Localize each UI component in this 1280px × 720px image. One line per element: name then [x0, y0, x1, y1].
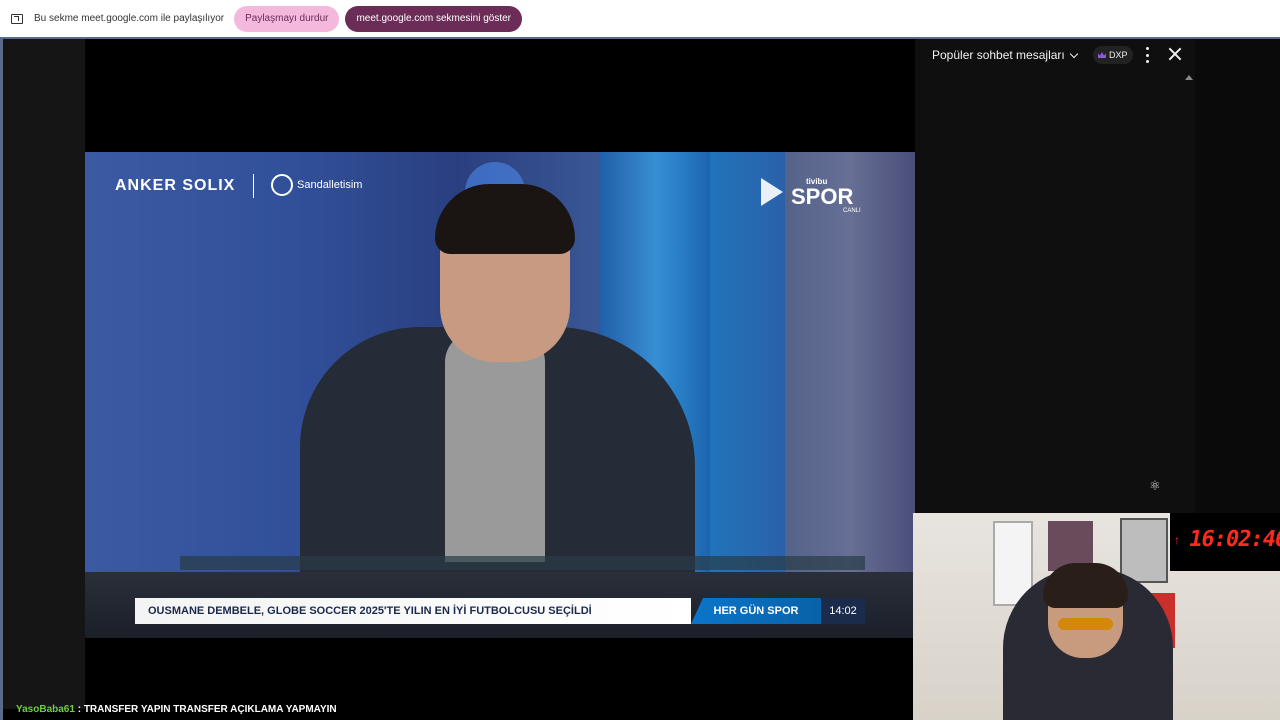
ticker-upper-strip	[180, 556, 865, 570]
channel-name: SPOR	[791, 184, 854, 209]
show-tab-button[interactable]: meet.google.com sekmesini göster	[345, 5, 522, 32]
clock-time: 16:02:46	[1186, 527, 1280, 552]
chat-side-area	[1195, 39, 1280, 513]
sponsor-logo-2-text: Sandalletisim	[297, 179, 363, 191]
sponsor-logo-2: Sandalletisim	[271, 174, 362, 196]
streamer-glasses	[1058, 618, 1113, 630]
sponsor-logo: ANKER SOLIX	[115, 177, 236, 194]
channel-logo: tivibu SPOR CANLI	[761, 174, 865, 218]
tab-sharing-bar: Bu sekme meet.google.com ile paylaşılıyo…	[0, 0, 1280, 37]
channel-points-badge[interactable]: DXP	[1093, 46, 1133, 64]
logo-separator	[253, 174, 254, 198]
sharing-status-text: Bu sekme meet.google.com ile paylaşılıyo…	[34, 13, 225, 24]
reaction-icon[interactable]: ⚛	[1148, 479, 1162, 493]
crown-icon	[1098, 52, 1106, 58]
sandal-logo-icon	[271, 174, 293, 196]
ticker-headline: OUSMANE DEMBELE, GLOBE SOCCER 2025'TE YI…	[135, 598, 691, 624]
chat-header: Popüler sohbet mesajları	[915, 39, 1195, 71]
ticker-program-tag: HER GÜN SPOR	[691, 598, 821, 624]
chat-message-text: : TRANSFER YAPIN TRANSFER AÇIKLAMA YAPMA…	[77, 704, 337, 715]
chat-mode-selector[interactable]: Popüler sohbet mesajları	[932, 48, 1065, 62]
stop-sharing-button[interactable]: Paylaşmayı durdur	[234, 5, 340, 32]
video-player[interactable]: ANKER SOLIX Sandalletisim tivibu SPOR CA…	[85, 152, 915, 638]
close-icon[interactable]	[1168, 47, 1182, 61]
ticker-time: 14:02	[821, 598, 865, 624]
wall-frame	[1120, 518, 1168, 583]
news-ticker: OUSMANE DEMBELE, GLOBE SOCCER 2025'TE YI…	[135, 598, 865, 624]
live-chat-panel: Popüler sohbet mesajları DXP ⚛	[915, 39, 1280, 513]
scroll-up-icon[interactable]	[1185, 75, 1193, 80]
chevron-down-icon[interactable]	[1069, 49, 1078, 58]
channel-live-tag: CANLI	[843, 208, 861, 214]
screen-share-icon	[11, 13, 23, 24]
channel-logo-icon	[761, 178, 783, 206]
chat-username: YasoBaba61	[16, 704, 75, 715]
presenter-sweater	[445, 332, 545, 562]
more-vert-icon[interactable]	[1144, 47, 1150, 63]
chat-message: YasoBaba61 : TRANSFER YAPIN TRANSFER AÇI…	[16, 704, 337, 715]
channel-points-label: DXP	[1109, 50, 1128, 60]
up-arrow-icon: ↑	[1174, 533, 1180, 547]
presenter-hair	[435, 184, 575, 254]
streamer-hair	[1043, 563, 1128, 608]
clock-overlay: ↑ 16:02:46	[1170, 513, 1280, 571]
left-gutter	[3, 39, 85, 709]
